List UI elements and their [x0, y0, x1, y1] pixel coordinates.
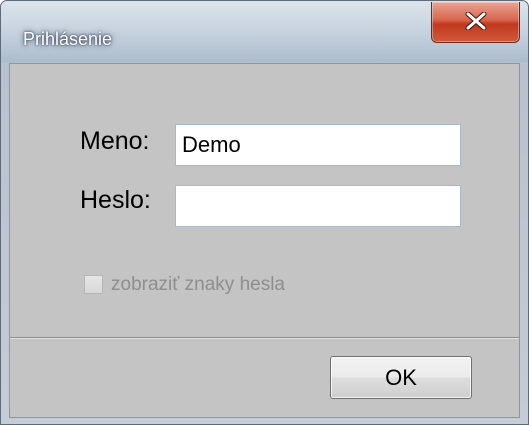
show-password-label: zobraziť znaky hesla [111, 274, 285, 295]
ok-button[interactable]: OK [330, 356, 472, 399]
footer-divider [10, 337, 519, 339]
username-label: Meno: [80, 127, 150, 155]
close-x-icon [465, 12, 487, 30]
dialog-body: Meno: Heslo: zobraziť znaky hesla OK [9, 63, 520, 418]
show-password-checkbox[interactable] [84, 275, 103, 294]
username-field[interactable] [175, 124, 461, 166]
close-button[interactable] [431, 2, 520, 43]
password-field[interactable] [175, 185, 461, 227]
login-dialog-window: Prihlásenie Meno: Heslo: zobraziť znaky … [0, 0, 529, 425]
password-label: Heslo: [80, 186, 151, 214]
window-title: Prihlásenie [23, 29, 113, 49]
titlebar[interactable]: Prihlásenie [1, 1, 528, 63]
